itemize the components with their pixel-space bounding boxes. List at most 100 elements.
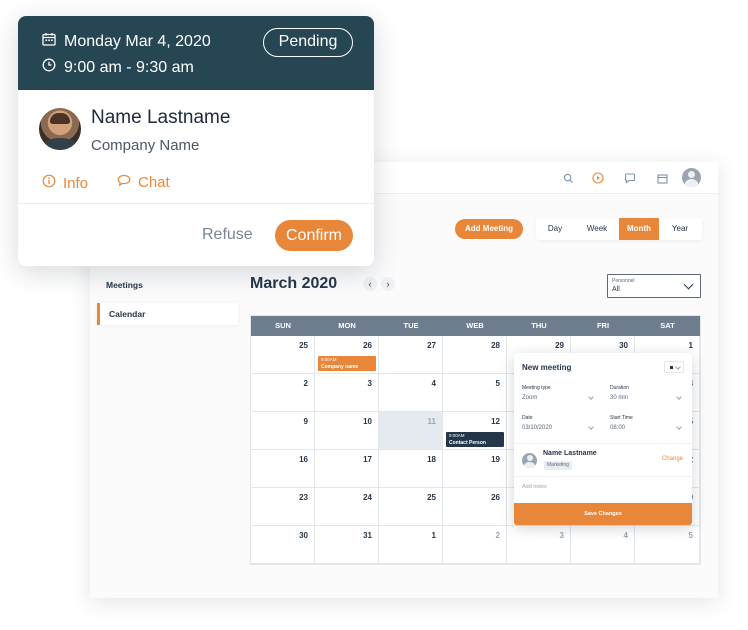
start-time-select[interactable]: 08:00: [610, 425, 625, 431]
weekday-header: FRI: [571, 316, 635, 336]
notes-input[interactable]: Add notes: [522, 484, 547, 490]
view-day-button[interactable]: Day: [536, 218, 574, 240]
day-number: 4: [431, 379, 436, 388]
day-number: 28: [491, 341, 500, 350]
search-icon[interactable]: [560, 170, 576, 186]
info-link[interactable]: Info: [42, 174, 88, 192]
day-number: 3: [367, 379, 372, 388]
new-meeting-title: New meeting: [522, 363, 572, 372]
calendar-day-cell[interactable]: 27: [379, 336, 443, 374]
date-label: Date: [522, 415, 533, 421]
sidebar-item-calendar[interactable]: Calendar: [97, 303, 238, 325]
chevron-down-icon: [588, 394, 594, 400]
confirm-button[interactable]: Confirm: [275, 220, 353, 251]
chat-icon[interactable]: [622, 170, 638, 186]
calendar-day-cell[interactable]: 1: [379, 526, 443, 564]
day-number: 26: [363, 341, 372, 350]
day-number: 10: [363, 417, 372, 426]
day-number: 3: [559, 531, 564, 540]
day-number: 5: [495, 379, 500, 388]
calendar-day-cell[interactable]: 24: [315, 488, 379, 526]
calendar-month-title: March 2020: [250, 275, 338, 292]
meeting-type-select[interactable]: Zoom: [522, 395, 537, 401]
calendar-day-cell[interactable]: 5: [635, 526, 700, 564]
calendar-day-cell[interactable]: 25: [379, 488, 443, 526]
refuse-button[interactable]: Refuse: [202, 226, 253, 244]
attendee-name: Name Lastname: [543, 450, 597, 457]
day-number: 23: [299, 493, 308, 502]
day-number: 18: [427, 455, 436, 464]
appointment-date: Monday Mar 4, 2020: [64, 32, 211, 50]
personnel-select[interactable]: Personnel All: [607, 274, 701, 298]
attendee-avatar: [522, 453, 537, 468]
chevron-down-icon: [588, 424, 594, 430]
calendar-day-cell[interactable]: 31: [315, 526, 379, 564]
chat-link[interactable]: Chat: [117, 174, 170, 191]
sidebar-item-meetings[interactable]: Meetings: [97, 274, 238, 296]
date-select[interactable]: 03/10/2020: [522, 425, 552, 431]
calendar-day-cell[interactable]: 16: [251, 450, 315, 488]
event-title: Contact Person: [449, 439, 486, 446]
day-number: 4: [623, 531, 628, 540]
calendar-day-cell[interactable]: 28: [443, 336, 507, 374]
day-number: 26: [491, 493, 500, 502]
calendar-day-cell[interactable]: 18: [379, 450, 443, 488]
personnel-value: All: [612, 286, 620, 293]
calendar-day-cell[interactable]: 4: [379, 374, 443, 412]
view-week-button[interactable]: Week: [578, 218, 616, 240]
event-contact[interactable]: 9:00AM Contact Person: [446, 432, 504, 447]
event-title: Company name: [321, 363, 359, 370]
calendar-day-cell[interactable]: 23: [251, 488, 315, 526]
day-number: 30: [619, 341, 628, 350]
day-number: 9: [303, 417, 308, 426]
color-picker[interactable]: [664, 361, 684, 373]
add-meeting-button[interactable]: Add Meeting: [455, 219, 523, 239]
calendar-icon[interactable]: [654, 170, 670, 186]
view-year-button[interactable]: Year: [661, 218, 699, 240]
event-company[interactable]: 9:00AM Company name: [318, 356, 376, 371]
calendar-day-cell[interactable]: 4: [571, 526, 635, 564]
user-avatar[interactable]: [682, 168, 701, 187]
calendar-day-cell[interactable]: 2: [443, 526, 507, 564]
day-number: 12: [491, 417, 500, 426]
new-meeting-popup: New meeting Meeting type Zoom Duration 3…: [514, 353, 692, 525]
calendar-day-cell[interactable]: 5: [443, 374, 507, 412]
status-badge: Pending: [263, 28, 353, 57]
day-number: 1: [688, 341, 693, 350]
day-number: 5: [688, 531, 693, 540]
calendar-day-cell[interactable]: 3: [315, 374, 379, 412]
divider: [18, 203, 374, 204]
event-time: 9:00AM: [449, 433, 465, 438]
view-switcher: Day Week Month Year: [536, 218, 702, 240]
calendar-day-cell[interactable]: 11: [379, 412, 443, 450]
chevron-down-icon: [676, 394, 682, 400]
personnel-label: Personnel: [612, 278, 635, 284]
day-number: 11: [427, 417, 436, 426]
duration-select[interactable]: 30 min: [610, 395, 628, 401]
change-attendee-link[interactable]: Change: [662, 456, 683, 462]
view-month-button[interactable]: Month: [619, 218, 659, 240]
info-label: Info: [63, 174, 89, 192]
day-number: 16: [299, 455, 308, 464]
calendar-day-cell[interactable]: 3: [507, 526, 571, 564]
calendar-day-cell[interactable]: 30: [251, 526, 315, 564]
duration-label: Duration: [610, 385, 629, 391]
calendar-day-cell[interactable]: 25: [251, 336, 315, 374]
save-changes-button[interactable]: Save Changes: [514, 503, 692, 525]
attendee-tag: Marketing: [544, 461, 572, 470]
chat-icon: [117, 174, 138, 191]
start-time-label: Start Time: [610, 415, 633, 421]
next-month-button[interactable]: ›: [381, 277, 395, 291]
calendar-day-cell[interactable]: 17: [315, 450, 379, 488]
weekday-header: SAT: [635, 316, 700, 336]
prev-month-button[interactable]: ‹: [363, 277, 377, 291]
play-icon[interactable]: [590, 170, 606, 186]
calendar-day-cell[interactable]: 9: [251, 412, 315, 450]
calendar-day-cell[interactable]: 19: [443, 450, 507, 488]
appointment-date-row: Monday Mar 4, 2020: [42, 32, 211, 51]
calendar-day-cell[interactable]: 10: [315, 412, 379, 450]
calendar-day-cell[interactable]: 26: [443, 488, 507, 526]
calendar-day-cell[interactable]: 2: [251, 374, 315, 412]
day-number: 1: [431, 531, 436, 540]
day-number: 2: [495, 531, 500, 540]
